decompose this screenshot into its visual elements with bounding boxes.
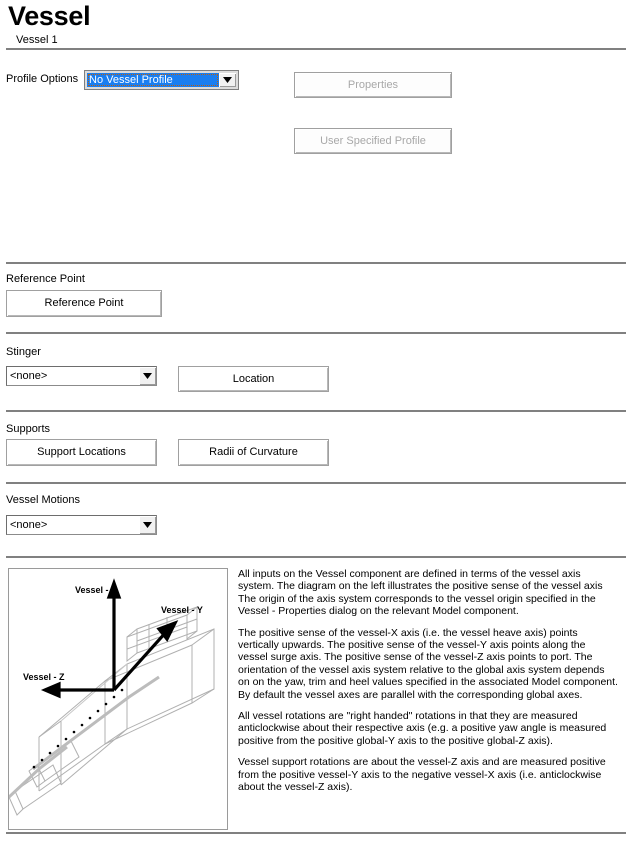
separator-vessel-motions xyxy=(6,556,626,558)
user-specified-profile-button[interactable]: User Specified Profile xyxy=(294,128,452,154)
profile-options-combo-value: No Vessel Profile xyxy=(87,73,219,87)
separator-header xyxy=(6,48,626,50)
chevron-down-icon[interactable] xyxy=(138,516,156,534)
axis-z-label: Vessel - Z xyxy=(23,672,65,682)
help-paragraph-3: All vessel rotations are "right handed" … xyxy=(238,710,607,747)
separator-profile xyxy=(6,262,626,264)
help-paragraph-2: The positive sense of the vessel-X axis … xyxy=(238,626,618,701)
axis-y-label: Vessel - Y xyxy=(161,605,203,615)
separator-stinger xyxy=(6,410,626,412)
help-paragraph-4: Vessel support rotations are about the v… xyxy=(238,756,606,794)
support-locations-button[interactable]: Support Locations xyxy=(6,439,157,466)
stinger-label: Stinger xyxy=(6,346,41,358)
page-subtitle: Vessel 1 xyxy=(16,34,58,46)
supports-label: Supports xyxy=(6,423,51,435)
profile-options-combo[interactable]: No Vessel Profile xyxy=(84,70,239,90)
stinger-combo-value: <none> xyxy=(10,369,48,382)
reference-point-label: Reference Point xyxy=(6,273,85,285)
reference-point-button[interactable]: Reference Point xyxy=(6,290,162,317)
vessel-motions-combo-value: <none> xyxy=(10,518,48,531)
help-paragraph-1: All inputs on the Vessel component are d… xyxy=(238,568,603,618)
help-text-block: All inputs on the Vessel component are d… xyxy=(238,568,618,794)
properties-button[interactable]: Properties xyxy=(294,72,452,98)
separator-footer xyxy=(6,832,626,834)
stinger-combo[interactable]: <none> xyxy=(6,366,157,386)
axis-x-label: Vessel - X xyxy=(75,585,117,595)
stinger-location-button[interactable]: Location xyxy=(178,366,329,392)
separator-supports xyxy=(6,482,626,484)
profile-options-label: Profile Options xyxy=(6,73,79,85)
vessel-motions-combo[interactable]: <none> xyxy=(6,515,157,535)
radii-of-curvature-button[interactable]: Radii of Curvature xyxy=(178,439,329,466)
chevron-down-icon[interactable] xyxy=(138,367,156,385)
vessel-axis-diagram: Vessel - X Vessel - Y Vessel - Z xyxy=(8,568,228,830)
vessel-motions-label: Vessel Motions xyxy=(6,494,80,506)
chevron-down-icon[interactable] xyxy=(219,73,236,87)
separator-reference-point xyxy=(6,332,626,334)
page-title: Vessel xyxy=(8,1,91,31)
